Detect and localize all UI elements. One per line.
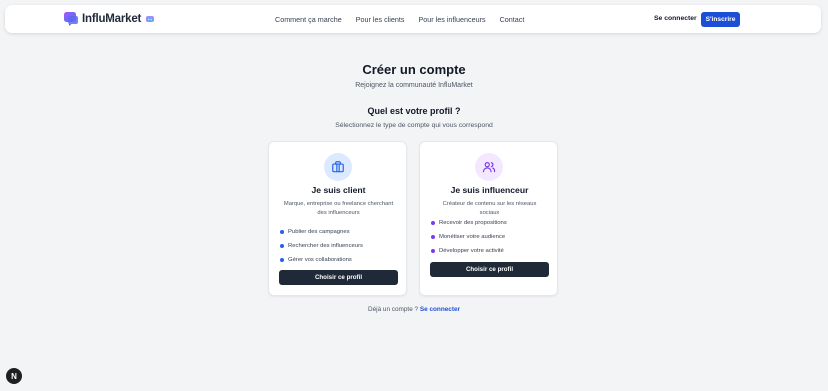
footer-login-link[interactable]: Se connecter bbox=[420, 306, 460, 313]
client-card-title: Je suis client bbox=[311, 185, 366, 195]
client-profile-card[interactable]: Je suis client Marque, entreprise ou fre… bbox=[268, 141, 407, 296]
bullet-dot-icon bbox=[431, 249, 435, 253]
list-item: Monétiser votre audience bbox=[431, 230, 507, 244]
nav-link-for-influencers[interactable]: Pour les influenceurs bbox=[418, 15, 485, 24]
brand-logo[interactable]: InfluMarket bbox=[64, 11, 155, 27]
influencer-card-title: Je suis influenceur bbox=[450, 185, 529, 195]
influencer-feature-list: Recevoir des propositions Monétiser votr… bbox=[431, 216, 507, 258]
bullet-dot-icon bbox=[431, 235, 435, 239]
feature-label: Développer votre activité bbox=[439, 248, 504, 254]
top-navbar: InfluMarket Comment ça marche Pour les c… bbox=[5, 5, 821, 33]
bullet-dot-icon bbox=[280, 230, 284, 234]
bullet-dot-icon bbox=[280, 258, 284, 262]
robot-icon bbox=[146, 16, 155, 22]
influencer-icon-circle bbox=[475, 153, 503, 181]
influencer-card-description: Créateur de contenu sur les réseaux soci… bbox=[442, 201, 537, 216]
feature-label: Gérer vos collaborations bbox=[288, 257, 352, 263]
bullet-dot-icon bbox=[280, 244, 284, 248]
list-item: Recevoir des propositions bbox=[431, 216, 507, 230]
users-icon bbox=[482, 162, 496, 173]
brand-name: InfluMarket bbox=[82, 13, 142, 25]
profile-question: Quel est votre profil ? bbox=[367, 106, 461, 116]
nav-link-for-clients[interactable]: Pour les clients bbox=[356, 15, 405, 24]
signup-button[interactable]: S'inscrire bbox=[701, 12, 740, 27]
list-item: Développer votre activité bbox=[431, 244, 507, 258]
feature-label: Recevoir des propositions bbox=[439, 220, 507, 226]
choose-client-profile-button[interactable]: Choisir ce profil bbox=[279, 270, 398, 285]
page-title: Créer un compte bbox=[362, 62, 466, 77]
choose-influencer-profile-button[interactable]: Choisir ce profil bbox=[430, 262, 549, 277]
feature-label: Rechercher des influenceurs bbox=[288, 243, 363, 249]
profile-hint: Sélectionnez le type de compte qui vous … bbox=[335, 122, 493, 129]
list-item: Rechercher des influenceurs bbox=[280, 239, 363, 253]
login-link[interactable]: Se connecter bbox=[654, 15, 697, 22]
logo-chat-icon bbox=[64, 12, 78, 26]
list-item: Gérer vos collaborations bbox=[280, 253, 363, 267]
feature-label: Publier des campagnes bbox=[288, 229, 350, 235]
page-subtitle: Rejoignez la communauté InfluMarket bbox=[355, 82, 473, 89]
list-item: Publier des campagnes bbox=[280, 225, 363, 239]
briefcase-icon bbox=[332, 161, 344, 173]
client-card-description: Marque, entreprise ou freelance cherchan… bbox=[283, 201, 394, 216]
client-icon-circle bbox=[324, 153, 352, 181]
next-logo-icon[interactable]: N bbox=[6, 368, 22, 384]
nav-links: Comment ça marche Pour les clients Pour … bbox=[275, 5, 524, 33]
nav-link-how-it-works[interactable]: Comment ça marche bbox=[275, 15, 342, 24]
client-feature-list: Publier des campagnes Rechercher des inf… bbox=[280, 225, 363, 267]
influencer-profile-card[interactable]: Je suis influenceur Créateur de contenu … bbox=[419, 141, 558, 296]
login-prompt-text: Déjà un compte ? bbox=[367, 306, 419, 313]
feature-label: Monétiser votre audience bbox=[439, 234, 506, 240]
bullet-dot-icon bbox=[431, 221, 435, 225]
nav-link-contact[interactable]: Contact bbox=[500, 15, 525, 24]
login-prompt: Déjà un compte ? Se connecter bbox=[0, 306, 828, 313]
